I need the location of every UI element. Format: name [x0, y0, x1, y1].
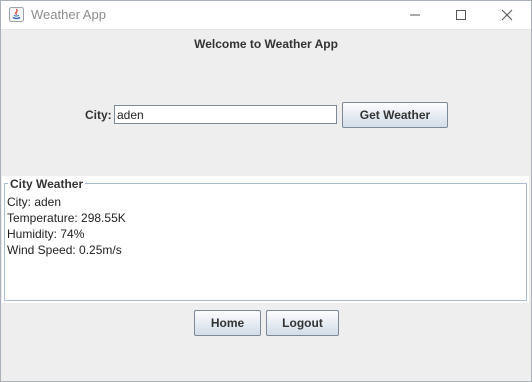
- panel-title: City Weather: [8, 177, 86, 191]
- close-button[interactable]: [485, 1, 529, 29]
- app-window: Weather App Welcome to Weather App City:…: [0, 0, 532, 382]
- get-weather-button[interactable]: Get Weather: [342, 102, 448, 128]
- title-bar[interactable]: Weather App: [1, 1, 531, 30]
- welcome-heading: Welcome to Weather App: [194, 37, 338, 51]
- maximize-button[interactable]: [439, 1, 483, 29]
- java-icon: [9, 7, 24, 22]
- temperature-info: Temperature: 298.55K: [7, 211, 126, 225]
- humidity-info: Humidity: 74%: [7, 227, 85, 241]
- minimize-icon: [409, 9, 421, 21]
- logout-button[interactable]: Logout: [266, 310, 339, 336]
- city-input[interactable]: [114, 105, 337, 124]
- city-info: City: aden: [7, 195, 62, 209]
- minimize-button[interactable]: [393, 1, 437, 29]
- wind-speed-info: Wind Speed: 0.25m/s: [7, 243, 122, 257]
- maximize-icon: [455, 9, 467, 21]
- close-icon: [501, 9, 513, 21]
- panel-border: [4, 183, 527, 301]
- window-title: Weather App: [31, 7, 106, 22]
- home-button[interactable]: Home: [194, 310, 261, 336]
- city-label: City:: [85, 108, 112, 122]
- city-weather-panel: City Weather City: aden Temperature: 298…: [2, 176, 529, 303]
